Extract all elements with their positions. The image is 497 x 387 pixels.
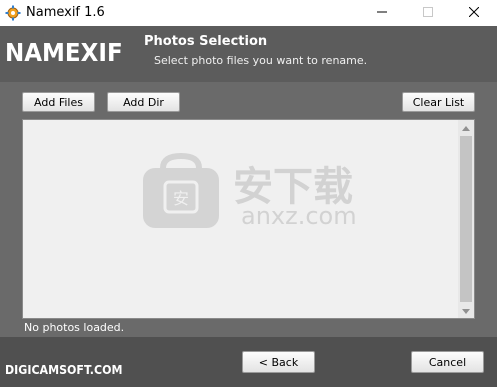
add-files-button[interactable]: Add Files: [22, 92, 95, 112]
minimize-button[interactable]: [359, 0, 405, 26]
wizard-footer: DIGICAMSOFT.COM < Back Cancel: [0, 337, 497, 387]
add-dir-button[interactable]: Add Dir: [107, 92, 180, 112]
app-logo: NAMEXIF: [5, 38, 123, 67]
page-subtitle: Select photo files you want to rename.: [154, 54, 368, 67]
watermark-en: anxz.com: [241, 202, 357, 230]
footer-brand: DIGICAMSOFT.COM: [5, 363, 123, 377]
title-bar[interactable]: Namexif 1.6: [0, 0, 497, 26]
arrow-up-icon: [462, 118, 470, 136]
watermark: 安 安下载 anxz.com: [141, 150, 371, 240]
status-text: No photos loaded.: [24, 321, 125, 334]
maximize-button[interactable]: [405, 0, 451, 26]
scroll-down-button[interactable]: [458, 304, 474, 318]
arrow-down-icon: [462, 302, 470, 320]
close-icon: [468, 4, 480, 22]
main-content: Add Files Add Dir Clear List 安 安下载 anxz.…: [0, 82, 497, 337]
page-title: Photos Selection: [144, 34, 268, 49]
cancel-button[interactable]: Cancel: [411, 351, 484, 373]
scroll-up-button[interactable]: [458, 120, 474, 134]
maximize-icon: [423, 4, 433, 22]
clear-list-button[interactable]: Clear List: [402, 92, 475, 112]
app-window: Namexif 1.6 NAMEXIF Photos Selection Sel…: [0, 0, 497, 387]
close-button[interactable]: [451, 0, 497, 26]
vertical-scrollbar[interactable]: [458, 120, 474, 318]
window-title: Namexif 1.6: [26, 5, 105, 20]
back-button[interactable]: < Back: [242, 351, 315, 373]
minimize-icon: [377, 4, 387, 22]
svg-text:安: 安: [173, 189, 189, 208]
wizard-header: NAMEXIF Photos Selection Select photo fi…: [0, 26, 497, 82]
photo-list[interactable]: 安 安下载 anxz.com: [22, 119, 475, 319]
app-gear-icon: [5, 5, 21, 21]
scroll-thumb[interactable]: [460, 136, 472, 302]
